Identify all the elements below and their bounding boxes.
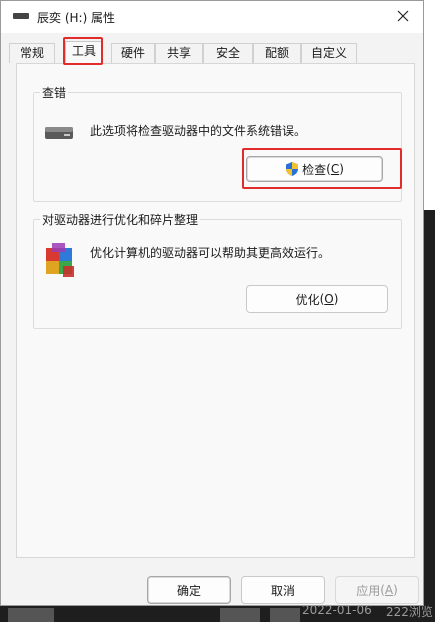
dialog-footer: 确定 取消 应用(A) (1, 567, 423, 605)
tab-customize[interactable]: 自定义 (301, 43, 357, 63)
ok-button[interactable]: 确定 (147, 576, 231, 604)
background-window-edge (424, 0, 435, 622)
window-title: 辰奕 (H:) 属性 (37, 11, 116, 25)
highlight-box-tools-tab (63, 37, 103, 65)
error-checking-title: 查错 (40, 84, 69, 101)
tab-sharing[interactable]: 共享 (155, 43, 203, 63)
optimize-button[interactable]: 优化(O) (246, 285, 388, 313)
optimize-description: 优化计算机的驱动器可以帮助其更高效运行。 (90, 246, 331, 260)
optimize-button-hotkey: O (324, 292, 334, 306)
cancel-button-label: 取消 (270, 583, 295, 598)
cancel-button[interactable]: 取消 (241, 576, 325, 604)
drive-title-icon (13, 13, 29, 21)
error-checking-description: 此选项将检查驱动器中的文件系统错误。 (90, 124, 307, 138)
apply-button[interactable]: 应用(A) (335, 576, 419, 604)
background-taskbar-strip: 2022-01-06 222浏览 (0, 603, 435, 622)
defrag-icon (46, 243, 74, 277)
tools-panel: 查错 此选项将检查驱动器中的文件系统错误。 检查(C) 对驱动器进行优化和碎片整… (16, 63, 415, 558)
apply-button-label: 应用 (356, 583, 381, 598)
background-thumbnail (8, 608, 54, 622)
close-button[interactable] (383, 1, 423, 31)
background-thumbnail (220, 608, 260, 622)
ok-button-label: 确定 (176, 583, 201, 598)
properties-dialog: 辰奕 (H:) 属性 常规 工具 硬件 共享 安全 配额 自定义 查错 此选项将… (0, 0, 424, 606)
tab-security[interactable]: 安全 (203, 43, 253, 63)
tab-general[interactable]: 常规 (9, 43, 55, 63)
background-thumbnail (270, 608, 300, 622)
optimize-button-label: 优化 (295, 292, 320, 307)
title-bar[interactable]: 辰奕 (H:) 属性 (1, 1, 423, 33)
drive-icon (45, 127, 73, 139)
tab-hardware[interactable]: 硬件 (111, 43, 155, 63)
background-dark-area (424, 210, 435, 622)
tab-quota[interactable]: 配额 (253, 43, 301, 63)
optimize-title: 对驱动器进行优化和碎片整理 (40, 211, 201, 228)
apply-button-hotkey: A (384, 583, 394, 597)
highlight-box-check-button (242, 148, 402, 189)
close-icon (397, 10, 409, 22)
